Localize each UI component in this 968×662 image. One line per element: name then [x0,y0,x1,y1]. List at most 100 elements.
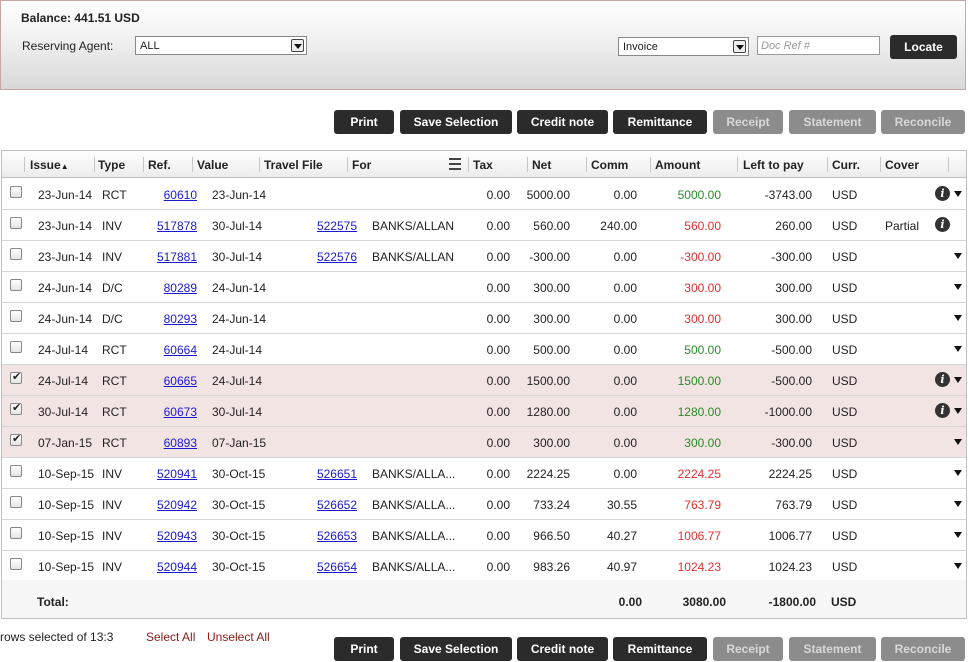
cell-travel-file-link[interactable]: 526651 [317,467,357,481]
reserving-agent-select[interactable]: ALL [135,36,307,55]
row-checkbox[interactable] [10,341,22,353]
cell-travel-file[interactable]: 526654 [307,560,357,574]
cell-ref-link[interactable]: 517878 [157,219,197,233]
column-header-ref[interactable]: Ref. [148,158,171,172]
column-header-for[interactable]: For [352,158,371,172]
reconcile-button[interactable]: Reconcile [881,110,965,134]
doc-type-select[interactable]: Invoice [618,37,749,56]
table-row[interactable]: 24-Jun-14 D/C 80289 24-Jun-14 0.00 300.00 0.00… [2,272,966,303]
row-expand-caret-icon[interactable] [954,191,962,197]
cell-ref[interactable]: 80293 [150,312,197,326]
table-row[interactable]: 10-Sep-15 INV 520942 30-Oct-15 526652 BANKS/A… [2,489,966,520]
table-row[interactable]: 10-Sep-15 INV 520944 30-Oct-15 526654 BANKS/A… [2,551,966,582]
table-row[interactable]: 24-Jul-14 RCT 60664 24-Jul-14 0.00 500.00 0.00… [2,334,966,365]
cell-travel-file[interactable]: 526653 [307,529,357,543]
row-expand-caret-icon[interactable] [954,253,962,259]
row-checkbox[interactable] [10,558,22,570]
row-checkbox[interactable] [10,279,22,291]
cell-travel-file-link[interactable]: 526652 [317,498,357,512]
cell-ref[interactable]: 60673 [150,405,197,419]
row-checkbox[interactable] [10,310,22,322]
remittance-button[interactable]: Remittance [613,110,707,134]
cell-ref[interactable]: 60664 [150,343,197,357]
info-icon[interactable]: i [935,403,950,418]
cell-ref-link[interactable]: 520942 [157,498,197,512]
cell-travel-file-link[interactable]: 522575 [317,219,357,233]
save-selection-button[interactable]: Save Selection [400,110,512,134]
cell-ref[interactable]: 60665 [150,374,197,388]
row-checkbox[interactable] [10,370,22,384]
receipt-button[interactable]: Receipt [713,637,783,661]
table-row[interactable]: 23-Jun-14 INV 517878 30-Jul-14 522575 BANKS/A… [2,210,966,241]
cell-ref[interactable]: 517881 [150,250,197,264]
row-checkbox[interactable] [10,217,22,229]
cell-ref-link[interactable]: 60665 [164,374,197,388]
row-expand-caret-icon[interactable] [954,532,962,538]
column-header-tax[interactable]: Tax [473,158,493,172]
column-header-type[interactable]: Type [98,158,125,172]
column-header-amount[interactable]: Amount [655,158,700,172]
row-checkbox[interactable] [10,186,22,198]
column-header-cover[interactable]: Cover [885,158,919,172]
row-expand-caret-icon[interactable] [954,470,962,476]
cell-ref[interactable]: 520941 [150,467,197,481]
print-button[interactable]: Print [334,637,394,661]
cell-ref-link[interactable]: 517881 [157,250,197,264]
print-button[interactable]: Print [334,110,394,134]
remittance-button[interactable]: Remittance [613,637,707,661]
row-expand-caret-icon[interactable] [954,563,962,569]
column-header-value[interactable]: Value [197,158,228,172]
cell-ref[interactable]: 520944 [150,560,197,574]
cell-ref-link[interactable]: 520943 [157,529,197,543]
row-checkbox[interactable] [10,527,22,539]
row-checkbox[interactable] [10,432,22,446]
cell-ref-link[interactable]: 520944 [157,560,197,574]
cell-ref-link[interactable]: 520941 [157,467,197,481]
cell-ref-link[interactable]: 60610 [164,188,197,202]
column-header-comm[interactable]: Comm [591,158,628,172]
row-expand-caret-icon[interactable] [954,346,962,352]
row-checkbox[interactable] [10,465,22,477]
cell-ref[interactable]: 520942 [150,498,197,512]
cell-ref[interactable]: 80289 [150,281,197,295]
cell-ref[interactable]: 517878 [150,219,197,233]
table-row[interactable]: 07-Jan-15 RCT 60893 07-Jan-15 0.00 300.00 0.00… [2,427,966,458]
row-expand-caret-icon[interactable] [954,408,962,414]
row-expand-caret-icon[interactable] [954,439,962,445]
cell-travel-file[interactable]: 522576 [307,250,357,264]
column-header-curr[interactable]: Curr. [832,158,860,172]
cell-travel-file-link[interactable]: 522576 [317,250,357,264]
info-icon[interactable]: i [935,217,950,232]
table-row[interactable]: 10-Sep-15 INV 520941 30-Oct-15 526651 BANKS/A… [2,458,966,489]
column-header-issue[interactable]: Issue▲ [30,158,69,172]
table-row[interactable]: 24-Jul-14 RCT 60665 24-Jul-14 0.00 1500.00 0.0… [2,365,966,396]
cell-ref[interactable]: 520943 [150,529,197,543]
table-row[interactable]: 23-Jun-14 INV 517881 30-Jul-14 522576 BANKS/A… [2,241,966,272]
statement-button[interactable]: Statement [789,637,876,661]
row-checkbox[interactable] [10,496,22,508]
cell-ref-link[interactable]: 60893 [164,436,197,450]
info-icon[interactable]: i [935,372,950,387]
dropdown-arrow-icon[interactable] [733,40,746,53]
cell-ref-link[interactable]: 80293 [164,312,197,326]
cell-ref-link[interactable]: 80289 [164,281,197,295]
column-header-travel-file[interactable]: Travel File [264,158,323,172]
save-selection-button[interactable]: Save Selection [400,637,512,661]
table-row[interactable]: 10-Sep-15 INV 520943 30-Oct-15 526653 BANKS/A… [2,520,966,551]
cell-ref[interactable]: 60893 [150,436,197,450]
doc-ref-input[interactable] [757,36,880,55]
statement-button[interactable]: Statement [789,110,876,134]
credit-note-button[interactable]: Credit note [517,637,608,661]
cell-travel-file[interactable]: 522575 [307,219,357,233]
row-expand-caret-icon[interactable] [954,284,962,290]
table-row[interactable]: 24-Jun-14 D/C 80293 24-Jun-14 0.00 300.00 0.00… [2,303,966,334]
dropdown-arrow-icon[interactable] [291,39,304,52]
cell-ref-link[interactable]: 60664 [164,343,197,357]
column-header-left-to-pay[interactable]: Left to pay [743,158,804,172]
row-expand-caret-icon[interactable] [954,377,962,383]
locate-button[interactable]: Locate [890,35,957,59]
reconcile-button[interactable]: Reconcile [881,637,965,661]
table-row[interactable]: 30-Jul-14 RCT 60673 30-Jul-14 0.00 1280.00 0.0… [2,396,966,427]
cell-ref-link[interactable]: 60673 [164,405,197,419]
table-row[interactable]: 23-Jun-14 RCT 60610 23-Jun-14 0.00 5000.00 0.0… [2,179,966,210]
